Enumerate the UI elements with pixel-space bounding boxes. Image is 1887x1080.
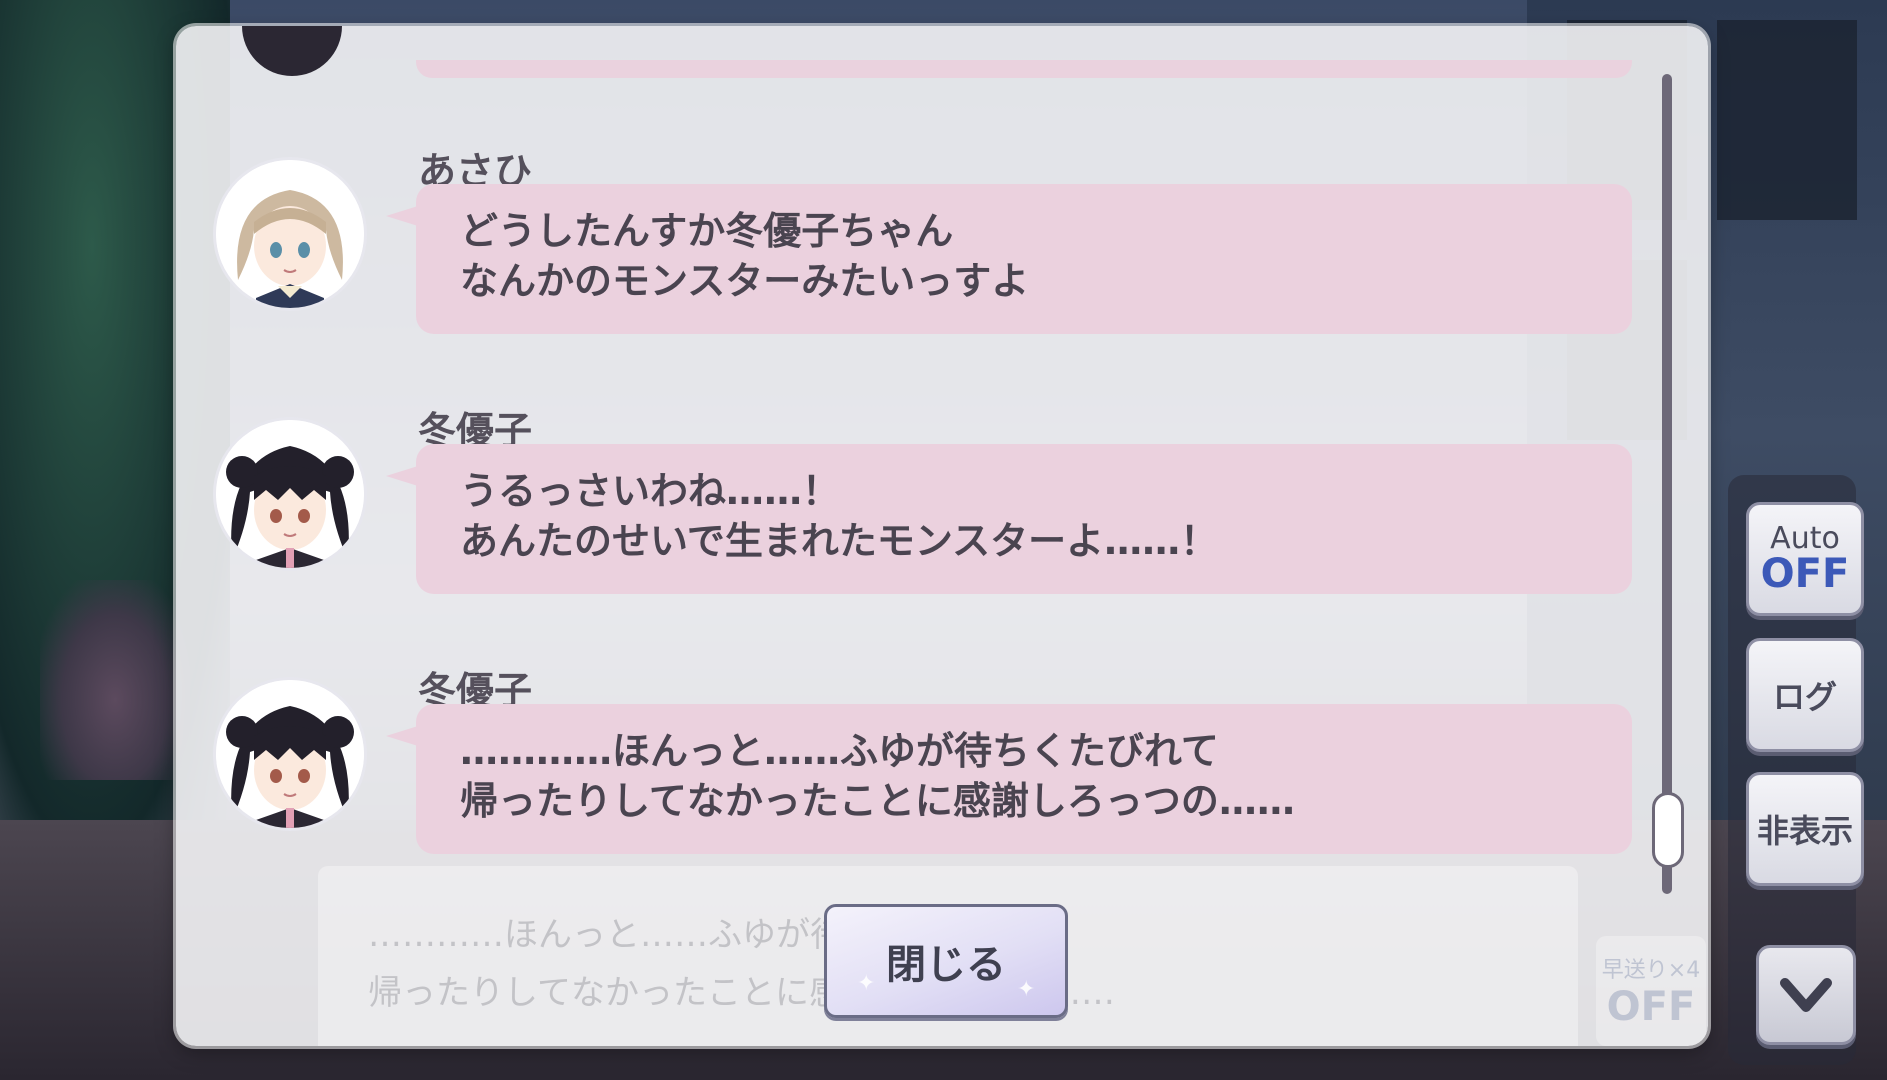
log-entry: あさひ どうしたんすか冬優子ちゃん なんかのモンスターみたいっすよ (176, 140, 1708, 380)
message-line: …………ほんっと……ふゆが待ちくたびれて (460, 729, 1219, 773)
auto-label: Auto (1770, 521, 1840, 556)
log-entry: 冬優子 うるっさいわね……！ あんたのせいで生まれたモンスターよ……！ (176, 400, 1708, 640)
log-entry: 冬優子 …………ほんっと……ふゆが待ちくたびれて 帰ったりしてなかったことに感謝… (176, 660, 1708, 900)
avatar (242, 26, 342, 76)
message-bubble (416, 60, 1632, 78)
message-bubble: どうしたんすか冬優子ちゃん なんかのモンスターみたいっすよ (386, 184, 1632, 334)
avatar (216, 420, 364, 568)
message-bubble: …………ほんっと……ふゆが待ちくたびれて 帰ったりしてなかったことに感謝しろっつ… (386, 704, 1632, 854)
log-button[interactable]: ログ (1746, 638, 1864, 752)
sparkle-icon: ✦ (857, 971, 876, 996)
fast-forward-label: 早送り×4 (1601, 958, 1701, 983)
auto-button[interactable]: Auto OFF (1746, 502, 1864, 616)
avatar (216, 160, 364, 308)
scrollbar-thumb[interactable] (1652, 792, 1684, 868)
message-line: どうしたんすか冬優子ちゃん (460, 209, 954, 253)
background-people (40, 580, 190, 780)
scrollbar-track[interactable] (1662, 74, 1672, 894)
message-bubble: うるっさいわね……！ あんたのせいで生まれたモンスターよ……！ (386, 444, 1632, 594)
chevron-down-icon (1780, 978, 1832, 1012)
message-line: なんかのモンスターみたいっすよ (460, 259, 1030, 303)
message-line: 帰ったりしてなかったことに感謝しろっつの…… (460, 779, 1295, 823)
fast-forward-state: OFF (1606, 984, 1696, 1030)
close-button[interactable]: ✦ ✦ 閉じる (824, 904, 1068, 1018)
message-line: うるっさいわね……！ (460, 469, 841, 513)
chevron-down-button[interactable] (1756, 945, 1856, 1045)
close-label: 閉じる (886, 942, 1006, 988)
fast-forward-indicator: 早送り×4 OFF (1596, 936, 1706, 1046)
log-panel: …………ほんっと……ふゆが待ちくたびれて 帰ったりしてなかったことに感謝しろっつ… (176, 26, 1708, 1046)
hide-button[interactable]: 非表示 (1746, 772, 1864, 886)
auto-state: OFF (1760, 551, 1850, 597)
avatar (216, 680, 364, 828)
sparkle-icon: ✦ (1017, 977, 1036, 1002)
message-line: あんたのせいで生まれたモンスターよ……！ (460, 519, 1219, 563)
